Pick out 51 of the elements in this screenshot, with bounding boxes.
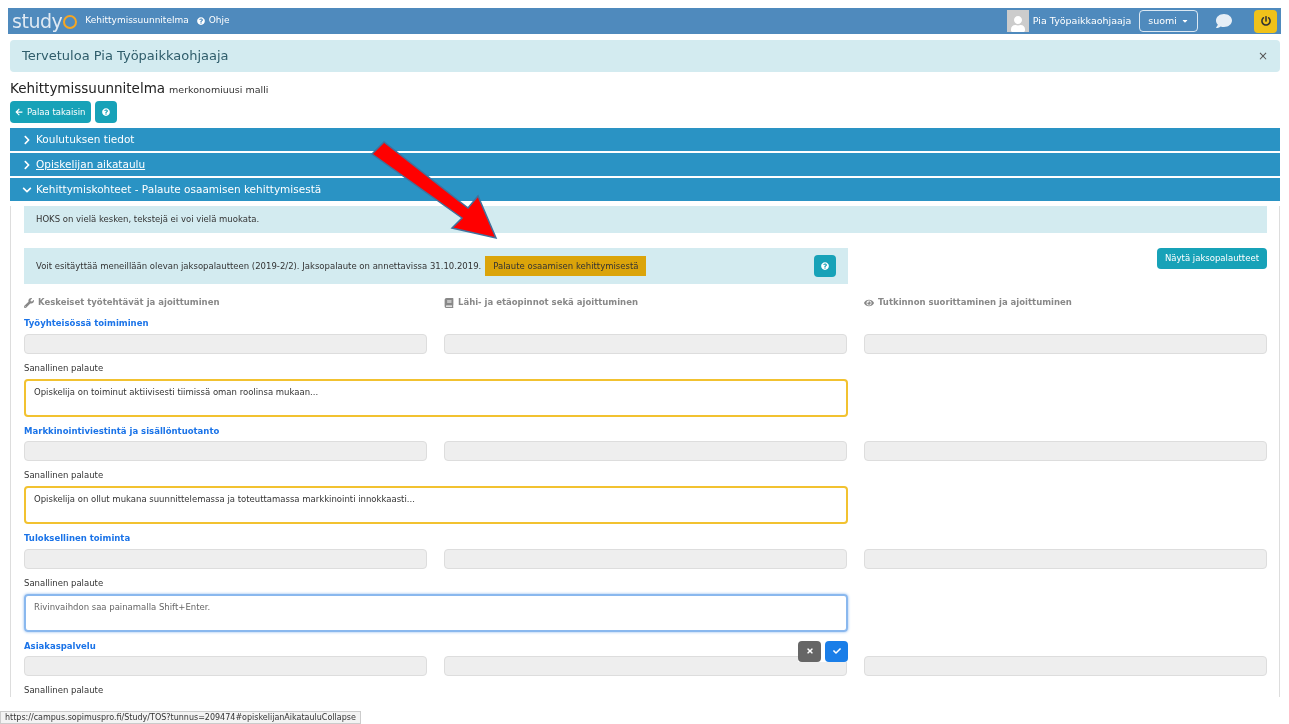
close-button[interactable]: × xyxy=(1257,47,1268,65)
feedback-textarea[interactable]: Opiskelija on ollut mukana suunnittelemassa ja toteuttamassa markkinointi innokkaasti... xyxy=(24,486,848,524)
arrow-left-icon xyxy=(15,108,23,117)
feedback-label: Sanallinen palaute xyxy=(24,469,104,482)
feedback-button[interactable]: Palaute osaamisen kehittymisestä xyxy=(485,256,647,277)
welcome-text: Tervetuloa Pia Työpaikkaohjaaja xyxy=(22,47,229,66)
info-text: Voit esitäyttää meneillään olevan jaksopalautteen (2019-2/2). Jaksopalaute on annettavissa 31.10.2019. xyxy=(36,259,482,273)
accordion-header[interactable]: Kehittymiskohteet - Palaute osaamisen kehittymisestä xyxy=(10,178,1280,202)
feedback-textarea[interactable]: Rivinvaihdon saa painamalla Shift+Enter. xyxy=(24,593,848,632)
check-icon xyxy=(832,647,841,655)
help-icon xyxy=(101,108,110,117)
nav-link[interactable]: Kehittymissuunnitelma xyxy=(85,14,189,28)
column-heading: Lähi- ja etäopinnot sekä ajoittuminen xyxy=(458,296,638,309)
notice-text: HOKS on vielä kesken, tekstejä ei voi vielä muokata. xyxy=(36,213,260,227)
section-title[interactable]: Tuloksellinen toiminta xyxy=(24,532,131,545)
power-icon xyxy=(1260,16,1271,26)
help-button[interactable] xyxy=(814,255,836,278)
page-subtitle: merkonomiuusi malli xyxy=(169,83,269,97)
show-feedback-button[interactable]: Näytä jaksopalautteet xyxy=(1157,248,1267,270)
avatar-icon xyxy=(1006,10,1029,32)
help-icon xyxy=(821,262,829,271)
section-title[interactable]: Markkinointiviestintä ja sisällöntuotanto xyxy=(24,424,220,438)
feedback-label: Sanallinen palaute xyxy=(24,361,104,375)
chevron-right-icon xyxy=(22,134,32,145)
page-title: Kehittymissuunnitelma xyxy=(10,79,166,98)
accordion-header[interactable]: Opiskelijan aikataulu xyxy=(10,153,1280,177)
chat-icon[interactable] xyxy=(1214,13,1234,29)
chevron-right-icon xyxy=(22,159,32,170)
logo[interactable]: study xyxy=(12,11,78,31)
wrench-icon xyxy=(24,297,34,308)
section-title[interactable]: Työyhteisössä toimiminen xyxy=(24,317,149,330)
eye-icon xyxy=(864,297,874,308)
nav-link[interactable]: Ohje xyxy=(196,14,230,28)
feedback-label: Sanallinen palaute xyxy=(24,576,104,590)
back-button[interactable]: Palaa takaisin xyxy=(10,101,91,124)
caret-icon xyxy=(1181,17,1189,25)
logout-button[interactable] xyxy=(1254,9,1277,33)
book-icon xyxy=(444,297,454,308)
accordion-header[interactable]: Koulutuksen tiedot xyxy=(10,128,1280,152)
help-button[interactable] xyxy=(94,101,117,124)
close-icon xyxy=(805,647,814,655)
user-name[interactable]: Pia Työpaikkaohjaaja xyxy=(1032,13,1132,29)
help-icon xyxy=(196,17,205,25)
feedback-label: Sanallinen palaute xyxy=(24,684,104,697)
section-title[interactable]: Asiakaspalvelu xyxy=(24,639,96,653)
column-heading: Keskeiset työtehtävät ja ajoittuminen xyxy=(38,296,220,309)
chevron-down-icon xyxy=(22,184,32,195)
feedback-textarea[interactable]: Opiskelija on toiminut aktiivisesti tiimissä oman roolinsa mukaan... xyxy=(24,378,848,417)
language-select[interactable]: suomi xyxy=(1139,10,1198,32)
status-url: https://campus.sopimuspro.fi/Study/TOS?tunnus=209474#opiskelijanAikatauluCollapse xyxy=(0,711,361,724)
column-heading: Tutkinnon suorittaminen ja ajoittuminen xyxy=(878,296,1072,309)
